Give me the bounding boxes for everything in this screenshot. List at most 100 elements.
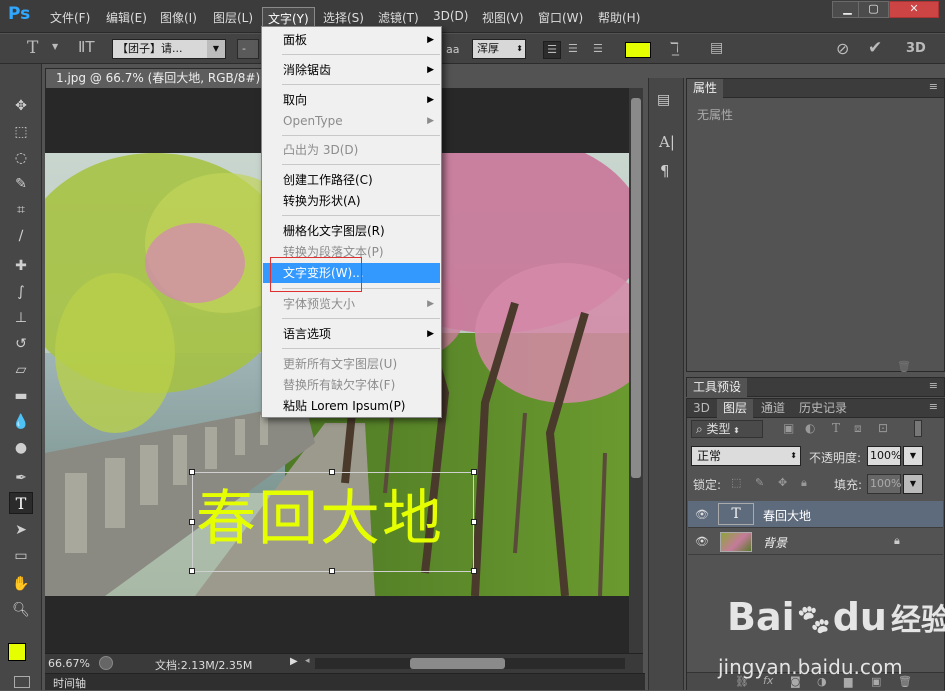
transform-handle[interactable]: [471, 469, 477, 475]
tab-tool-presets[interactable]: 工具预设: [687, 378, 748, 397]
menu-select[interactable]: 选择(S): [323, 9, 364, 26]
blend-mode-select[interactable]: 正常 ⬍: [691, 446, 801, 466]
filter-type-icon[interactable]: T: [832, 421, 840, 435]
tab-properties[interactable]: 属性: [687, 79, 724, 98]
filter-pixel-icon[interactable]: ▣: [783, 421, 794, 435]
menu-item-opentype[interactable]: OpenType ▶: [263, 111, 440, 131]
lasso-tool-icon[interactable]: ◌: [9, 147, 33, 169]
menu-item-extrude-3d[interactable]: 凸出为 3D(D): [263, 140, 440, 160]
layer-name[interactable]: 春回大地: [763, 507, 811, 524]
eyedropper-tool-icon[interactable]: ∕: [9, 225, 33, 247]
visibility-eye-icon[interactable]: 👁︎: [695, 508, 709, 521]
chevron-down-icon[interactable]: ▼: [903, 446, 923, 466]
menu-item-paste-lorem-ipsum[interactable]: 粘贴 Lorem Ipsum(P): [263, 396, 440, 416]
text-orientation-icon[interactable]: ⅡT: [78, 38, 95, 56]
brush-tool-icon[interactable]: ∫: [9, 281, 33, 303]
menu-window[interactable]: 窗口(W): [538, 9, 583, 26]
shape-tool-icon[interactable]: ▭: [9, 545, 33, 567]
play-arrow-icon[interactable]: ▶: [290, 656, 298, 667]
menu-help[interactable]: 帮助(H): [598, 9, 640, 26]
panel-menu-icon[interactable]: ≡: [929, 80, 938, 93]
move-tool-icon[interactable]: ✥: [9, 95, 33, 117]
transform-handle[interactable]: [189, 568, 195, 574]
text-color-swatch[interactable]: [625, 42, 651, 58]
tab-history[interactable]: 历史记录: [793, 399, 853, 418]
transform-handle[interactable]: [329, 469, 335, 475]
type-tool-icon[interactable]: T: [9, 492, 33, 514]
transform-handle[interactable]: [329, 568, 335, 574]
pen-tool-icon[interactable]: ✒: [9, 467, 33, 489]
marquee-tool-icon[interactable]: ⬚: [9, 121, 33, 143]
menu-item-convert-to-shape[interactable]: 转换为形状(A): [263, 191, 440, 211]
gradient-tool-icon[interactable]: ▬: [9, 385, 33, 407]
align-left-icon[interactable]: ☰: [543, 41, 561, 59]
properties-panel-icon[interactable]: ▤: [657, 92, 670, 108]
visibility-eye-icon[interactable]: 👁︎: [695, 535, 709, 548]
canvas-text-layer[interactable]: 春回大地: [196, 471, 444, 567]
opacity-field[interactable]: 100%: [867, 446, 901, 466]
menu-item-orientation[interactable]: 取向 ▶: [263, 90, 440, 110]
tab-3d[interactable]: 3D: [687, 399, 716, 418]
menu-item-update-all-text[interactable]: 更新所有文字图层(U): [263, 354, 440, 374]
zoom-level[interactable]: 66.67%: [48, 657, 90, 670]
filter-shape-icon[interactable]: ⧈: [854, 421, 862, 436]
scroll-left-icon[interactable]: ◂: [305, 656, 310, 666]
healing-tool-icon[interactable]: ✚: [9, 255, 33, 277]
paragraph-panel-icon[interactable]: ¶: [660, 162, 670, 180]
lock-position-icon[interactable]: ✥: [778, 476, 787, 489]
timeline-tab[interactable]: 时间轴: [53, 675, 86, 691]
layer-name[interactable]: 背景: [763, 534, 787, 551]
dodge-tool-icon[interactable]: ●: [9, 437, 33, 459]
restore-button[interactable]: ▢: [858, 1, 889, 18]
menu-item-rasterize[interactable]: 栅格化文字图层(R): [263, 221, 440, 241]
crop-tool-icon[interactable]: ⌗: [9, 199, 33, 221]
panel-menu-icon[interactable]: ≡: [929, 400, 938, 413]
layer-filter-select[interactable]: ⌕ 类型 ⬍: [691, 420, 763, 438]
character-panel-icon[interactable]: ▤: [710, 40, 723, 56]
panel-menu-icon[interactable]: ≡: [929, 379, 938, 392]
font-size-field[interactable]: -: [237, 39, 259, 59]
eraser-tool-icon[interactable]: ▱: [9, 359, 33, 381]
align-center-icon[interactable]: ☰: [568, 42, 578, 55]
transform-handle[interactable]: [189, 519, 195, 525]
close-window-button[interactable]: ✕: [889, 1, 939, 18]
menu-3d[interactable]: 3D(D): [433, 9, 468, 23]
lock-pixels-icon[interactable]: ✎: [755, 476, 764, 489]
path-select-icon[interactable]: ➤: [9, 519, 33, 541]
filter-toggle[interactable]: [914, 420, 922, 437]
menu-filter[interactable]: 滤镜(T): [378, 9, 419, 26]
character-panel-icon[interactable]: A|: [659, 133, 675, 151]
status-menu-icon[interactable]: [99, 656, 113, 670]
menu-item-panels[interactable]: 面板 ▶: [263, 30, 440, 50]
tab-layers[interactable]: 图层: [717, 399, 754, 418]
warp-text-icon[interactable]: ℸ̲: [670, 40, 679, 56]
chevron-down-icon[interactable]: ▼: [903, 474, 923, 494]
lock-all-icon[interactable]: 🔒︎: [801, 476, 807, 490]
font-family-select[interactable]: 【团子】请... ▼: [112, 39, 226, 59]
transform-handle[interactable]: [471, 568, 477, 574]
tab-channels[interactable]: 通道: [755, 399, 791, 418]
history-brush-icon[interactable]: ↺: [9, 333, 33, 355]
vertical-scroll-thumb[interactable]: [631, 98, 641, 478]
document-tab[interactable]: 1.jpg @ 66.7% (春回大地, RGB/8#) *: [45, 68, 285, 88]
foreground-color-swatch[interactable]: [8, 643, 26, 661]
filter-smart-object-icon[interactable]: ⊡: [878, 421, 888, 435]
lock-transparent-icon[interactable]: ⬚: [731, 476, 741, 489]
menu-item-language-options[interactable]: 语言选项 ▶: [263, 324, 440, 344]
menu-view[interactable]: 视图(V): [482, 9, 524, 26]
transform-handle[interactable]: [189, 469, 195, 475]
layer-row-text[interactable]: 👁︎ T 春回大地: [688, 501, 943, 528]
menu-item-create-work-path[interactable]: 创建工作路径(C): [263, 170, 440, 190]
type-tool-preset-icon[interactable]: T: [27, 38, 38, 58]
commit-icon[interactable]: ✔: [868, 38, 882, 58]
3d-icon[interactable]: 3D: [906, 41, 926, 56]
filter-adjustment-icon[interactable]: ◐: [805, 421, 815, 435]
blur-tool-icon[interactable]: 💧: [9, 411, 33, 433]
zoom-tool-icon[interactable]: 🔍︎: [9, 599, 33, 621]
menu-item-font-preview-size[interactable]: 字体预览大小 ▶: [263, 294, 440, 314]
quick-select-tool-icon[interactable]: ✎: [9, 173, 33, 195]
align-right-icon[interactable]: ☰: [593, 42, 603, 55]
stamp-tool-icon[interactable]: ⊥: [9, 307, 33, 329]
layer-row-background[interactable]: 👁︎ 背景 🔒︎: [688, 528, 943, 555]
hand-tool-icon[interactable]: ✋: [9, 573, 33, 595]
